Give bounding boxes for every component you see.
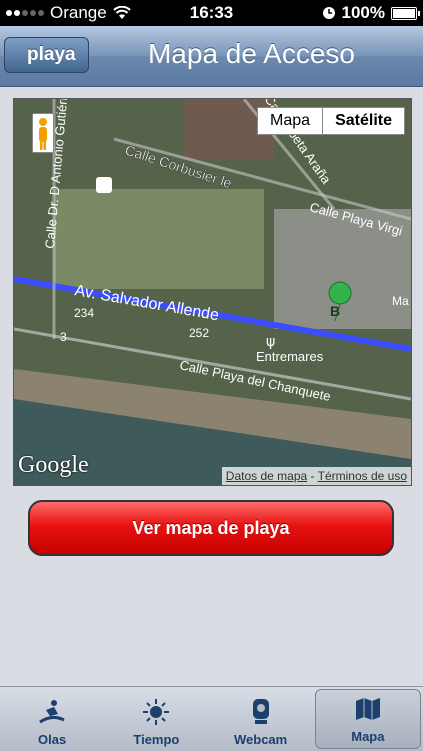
view-beach-map-button[interactable]: Ver mapa de playa	[28, 500, 394, 556]
tab-olas[interactable]: Olas	[0, 687, 104, 751]
google-logo: Google	[18, 452, 89, 478]
satellite-map: Calle Corbusier le Calle Dr. D Antonio G…	[14, 99, 411, 485]
map-type-toggle: Mapa Satélite	[257, 107, 405, 135]
tab-mapa[interactable]: Mapa	[314, 689, 421, 749]
tab-bar: Olas Tiempo Webcam Mapa	[0, 686, 423, 751]
terms-link[interactable]: Términos de uso	[318, 469, 407, 483]
map-view[interactable]: Calle Corbusier le Calle Dr. D Antonio G…	[13, 98, 412, 486]
battery-percent: 100%	[341, 3, 385, 22]
marker-label: B	[330, 303, 340, 319]
bus-stop-icon	[96, 177, 112, 193]
poi-label-entremares: Entremares	[256, 349, 324, 364]
surfer-icon	[38, 698, 66, 726]
map-icon	[354, 695, 382, 723]
alarm-icon	[322, 7, 335, 19]
restaurant-icon: ψ	[266, 334, 275, 350]
map-type-mapa[interactable]: Mapa	[258, 108, 322, 134]
address-label-252: 252	[189, 326, 209, 340]
status-bar: Orange 16:33 100%	[0, 0, 423, 26]
back-button[interactable]: playa	[4, 37, 89, 73]
tab-webcam[interactable]: Webcam	[209, 687, 313, 751]
tab-tiempo[interactable]: Tiempo	[104, 687, 208, 751]
sun-icon	[142, 698, 170, 726]
street-view-icon[interactable]	[32, 113, 54, 153]
battery-icon	[391, 6, 420, 20]
map-footer: Datos de mapa - Términos de uso	[221, 467, 411, 485]
webcam-icon	[247, 698, 275, 726]
address-label-234: 234	[74, 306, 94, 320]
street-label-ma: Ma	[392, 294, 409, 308]
page-title: Mapa de Acceso	[147, 38, 356, 69]
navigation-bar: playa Mapa de Acceso	[0, 26, 423, 87]
address-label-3: 3	[60, 330, 67, 344]
map-type-satelite[interactable]: Satélite	[322, 108, 404, 134]
map-data-link[interactable]: Datos de mapa	[226, 469, 307, 483]
